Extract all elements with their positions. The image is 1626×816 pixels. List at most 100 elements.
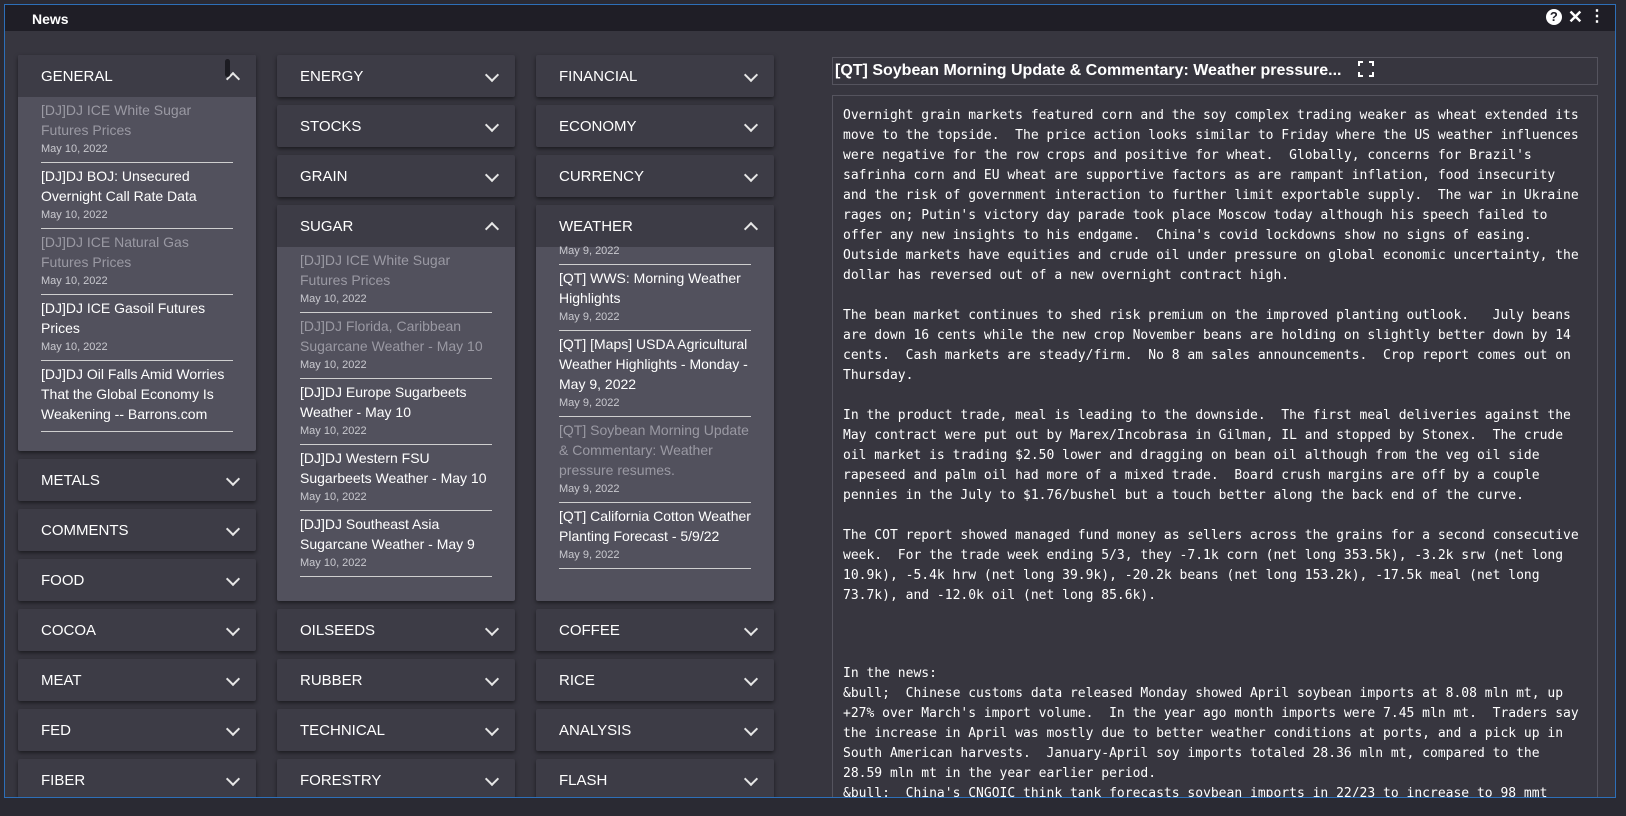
chevron-down-icon[interactable]: [484, 67, 500, 83]
chevron-down-icon[interactable]: [225, 671, 241, 687]
news-item-title: [DJ]DJ Florida, Caribbean Sugarcane Weat…: [300, 318, 483, 354]
category-fed[interactable]: FED: [18, 709, 256, 751]
category-flash[interactable]: FLASH: [536, 759, 774, 797]
category-label: GENERAL: [41, 68, 113, 85]
news-item-date: May 10, 2022: [300, 491, 367, 503]
category-financial[interactable]: FINANCIAL: [536, 55, 774, 97]
news-item[interactable]: [DJ]DJ Florida, Caribbean Sugarcane Weat…: [300, 313, 492, 379]
chevron-down-icon[interactable]: [743, 167, 759, 183]
expand-icon[interactable]: [1358, 61, 1374, 77]
category-label: COFFEE: [559, 622, 620, 639]
chevron-down-icon[interactable]: [743, 721, 759, 737]
chevron-down-icon[interactable]: [225, 771, 241, 787]
category-general-header[interactable]: GENERAL: [18, 55, 256, 97]
category-rubber[interactable]: RUBBER: [277, 659, 515, 701]
chevron-down-icon[interactable]: [743, 621, 759, 637]
chevron-down-icon[interactable]: [225, 571, 241, 587]
news-item-date: May 10, 2022: [41, 143, 108, 155]
news-item[interactable]: [DJ]DJ ICE White Sugar Futures Prices May…: [300, 247, 492, 313]
category-label: COMMENTS: [41, 522, 129, 539]
news-item-date: May 10, 2022: [41, 275, 108, 287]
news-item[interactable]: [QT] WWS: Morning Weather Highlights May …: [559, 265, 751, 331]
news-window: News ? ✕ ⋮ GENERAL [DJ]DJ ICE White Sugar…: [4, 4, 1616, 798]
category-meat[interactable]: MEAT: [18, 659, 256, 701]
category-rice[interactable]: RICE: [536, 659, 774, 701]
article-paragraph: [843, 626, 1583, 644]
chevron-down-icon[interactable]: [225, 721, 241, 737]
news-item-date: May 10, 2022: [41, 341, 108, 353]
category-label: ANALYSIS: [559, 722, 632, 739]
chevron-up-icon[interactable]: [484, 221, 500, 237]
category-analysis[interactable]: ANALYSIS: [536, 709, 774, 751]
category-forestry[interactable]: FORESTRY: [277, 759, 515, 797]
scrollbar-thumb[interactable]: [225, 59, 230, 77]
category-currency[interactable]: CURRENCY: [536, 155, 774, 197]
news-list: [DJ]DJ ICE White Sugar Futures Prices May…: [277, 247, 515, 601]
category-column-1: GENERAL [DJ]DJ ICE White Sugar Futures Pr…: [18, 55, 256, 797]
category-label: GRAIN: [300, 168, 348, 185]
chevron-down-icon[interactable]: [484, 771, 500, 787]
article-body: Overnight grain markets featured corn an…: [832, 95, 1598, 797]
category-label: RUBBER: [300, 672, 363, 689]
news-item-title: [QT] [Maps] USDA Agricultural Weather Hi…: [559, 336, 748, 392]
close-icon[interactable]: ✕: [1568, 8, 1583, 26]
category-metals[interactable]: METALS: [18, 459, 256, 501]
category-label: SUGAR: [300, 218, 354, 235]
chevron-down-icon[interactable]: [484, 117, 500, 133]
chevron-down-icon[interactable]: [743, 117, 759, 133]
news-item[interactable]: May 9, 2022: [559, 239, 751, 265]
chevron-down-icon[interactable]: [225, 471, 241, 487]
category-sugar-header[interactable]: SUGAR: [277, 205, 515, 247]
category-label: MEAT: [41, 672, 82, 689]
news-item[interactable]: [QT] California Cotton Weather Planting …: [559, 503, 751, 569]
category-stocks[interactable]: STOCKS: [277, 105, 515, 147]
category-comments[interactable]: COMMENTS: [18, 509, 256, 551]
news-item[interactable]: [QT] [Maps] USDA Agricultural Weather Hi…: [559, 331, 751, 417]
category-cocoa[interactable]: COCOA: [18, 609, 256, 651]
category-coffee[interactable]: COFFEE: [536, 609, 774, 651]
category-food[interactable]: FOOD: [18, 559, 256, 601]
category-label: COCOA: [41, 622, 97, 639]
news-item[interactable]: [DJ]DJ ICE Natural Gas Futures Prices May…: [41, 229, 233, 295]
news-item-title: [DJ]DJ BOJ: Unsecured Overnight Call Rat…: [41, 168, 197, 204]
chevron-down-icon[interactable]: [743, 771, 759, 787]
news-item-date: May 10, 2022: [300, 293, 367, 305]
category-energy[interactable]: ENERGY: [277, 55, 515, 97]
news-item-title: [DJ]DJ ICE Natural Gas Futures Prices: [41, 234, 189, 270]
chevron-down-icon[interactable]: [743, 671, 759, 687]
more-menu-icon[interactable]: ⋮: [1589, 9, 1605, 25]
news-item[interactable]: [DJ]DJ ICE Gasoil Futures Prices May 10, …: [41, 295, 233, 361]
category-economy[interactable]: ECONOMY: [536, 105, 774, 147]
category-column-3: FINANCIAL ECONOMY CURRENCY WEATHER May 9, 20…: [536, 55, 774, 797]
category-label: RICE: [559, 672, 595, 689]
category-grain[interactable]: GRAIN: [277, 155, 515, 197]
news-item-title: [DJ]DJ ICE White Sugar Futures Prices: [41, 102, 192, 138]
article-paragraph: The COT report showed managed fund money…: [843, 528, 1587, 603]
category-label: METALS: [41, 472, 100, 489]
category-oilseeds[interactable]: OILSEEDS: [277, 609, 515, 651]
news-item[interactable]: [DJ]DJ ICE White Sugar Futures Prices May…: [41, 97, 233, 163]
title-bar: News ? ✕ ⋮: [5, 5, 1615, 31]
news-item[interactable]: [DJ]DJ Europe Sugarbeets Weather - May 1…: [300, 379, 492, 445]
news-item-date: May 9, 2022: [559, 311, 620, 323]
news-item-title: [DJ]DJ Southeast Asia Sugarcane Weather …: [300, 516, 475, 552]
news-item[interactable]: [DJ]DJ Western FSU Sugarbeets Weather - …: [300, 445, 492, 511]
chevron-down-icon[interactable]: [225, 521, 241, 537]
category-technical[interactable]: TECHNICAL: [277, 709, 515, 751]
news-item[interactable]: [DJ]DJ Oil Falls Amid Worries That the G…: [41, 361, 233, 432]
news-item[interactable]: [DJ]DJ Southeast Asia Sugarcane Weather …: [300, 511, 492, 577]
chevron-up-icon[interactable]: [743, 221, 759, 237]
news-item-title: [DJ]DJ Europe Sugarbeets Weather - May 1…: [300, 384, 467, 420]
help-icon[interactable]: ?: [1545, 9, 1562, 25]
news-item[interactable]: [DJ]DJ BOJ: Unsecured Overnight Call Rat…: [41, 163, 233, 229]
chevron-down-icon[interactable]: [484, 621, 500, 637]
news-item-date: May 9, 2022: [559, 483, 620, 495]
chevron-down-icon[interactable]: [484, 671, 500, 687]
chevron-down-icon[interactable]: [225, 621, 241, 637]
chevron-down-icon[interactable]: [743, 67, 759, 83]
chevron-down-icon[interactable]: [484, 167, 500, 183]
chevron-down-icon[interactable]: [484, 721, 500, 737]
news-item[interactable]: [QT] Soybean Morning Update & Commentary…: [559, 417, 751, 503]
article-paragraph: In the product trade, meal is leading to…: [843, 408, 1579, 503]
category-fiber[interactable]: FIBER: [18, 759, 256, 797]
